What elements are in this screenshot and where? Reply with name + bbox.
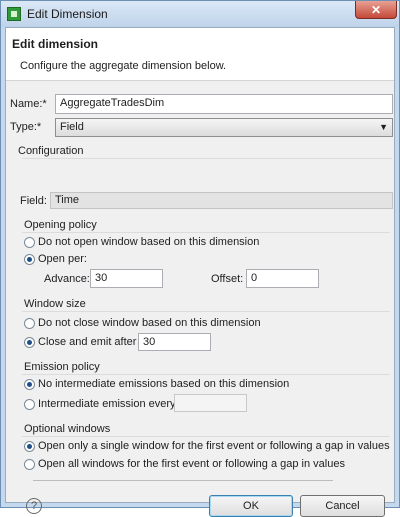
header-title: Edit dimension <box>12 37 99 51</box>
field-input[interactable]: Time <box>50 192 393 209</box>
radio-no-close-window[interactable] <box>24 318 35 329</box>
radio-intermediate-every[interactable] <box>24 399 35 410</box>
window-size-divider <box>22 311 390 312</box>
type-label: Type:* <box>10 121 42 133</box>
window-title: Edit Dimension <box>27 7 108 21</box>
window-size-title: Window size <box>24 298 86 310</box>
advance-label: Advance: <box>44 273 90 285</box>
intermediate-every-label[interactable]: Intermediate emission every <box>38 398 176 410</box>
opening-policy-title: Opening policy <box>24 219 97 231</box>
no-open-window-label[interactable]: Do not open window based on this dimensi… <box>38 236 259 248</box>
app-icon <box>7 7 21 21</box>
type-select[interactable]: Field ▼ <box>55 118 393 137</box>
radio-all-windows[interactable] <box>24 459 35 470</box>
dialog-window: Edit Dimension ✕ Edit dimension Configur… <box>0 0 400 517</box>
radio-open-per[interactable] <box>24 254 35 265</box>
name-input[interactable]: AggregateTradesDim <box>55 94 393 114</box>
opening-policy-divider <box>22 232 390 233</box>
configuration-label: Configuration <box>18 145 84 157</box>
type-select-value: Field <box>60 121 84 133</box>
horizontal-scrollbar[interactable] <box>33 480 333 481</box>
advance-input[interactable]: 30 <box>90 269 163 288</box>
close-button[interactable]: ✕ <box>355 1 397 19</box>
close-and-emit-label[interactable]: Close and emit after <box>38 336 136 348</box>
no-intermediate-label[interactable]: No intermediate emissions based on this … <box>38 378 289 390</box>
optional-windows-title: Optional windows <box>24 423 111 435</box>
single-window-label[interactable]: Open only a single window for the first … <box>38 440 390 452</box>
close-and-emit-input[interactable]: 30 <box>138 333 211 351</box>
help-icon[interactable]: ? <box>26 498 42 514</box>
name-label: Name:* <box>10 98 47 110</box>
chevron-down-icon: ▼ <box>379 122 388 132</box>
ok-button[interactable]: OK <box>209 495 293 517</box>
radio-no-intermediate[interactable] <box>24 379 35 390</box>
radio-close-and-emit[interactable] <box>24 337 35 348</box>
offset-label: Offset: <box>211 273 244 285</box>
emission-policy-title: Emission policy <box>24 361 100 373</box>
emission-policy-divider <box>22 374 390 375</box>
dialog-content: Edit dimension Configure the aggregate d… <box>5 27 395 517</box>
field-label: Field: <box>20 195 47 207</box>
intermediate-every-input[interactable] <box>174 394 247 412</box>
all-windows-label[interactable]: Open all windows for the first event or … <box>38 458 345 470</box>
radio-single-window[interactable] <box>24 441 35 452</box>
cancel-button[interactable]: Cancel <box>300 495 385 517</box>
offset-input[interactable]: 0 <box>246 269 319 288</box>
optional-windows-divider <box>22 436 390 437</box>
title-bar[interactable]: Edit Dimension ✕ <box>1 1 399 27</box>
configuration-divider <box>22 158 392 159</box>
header-description: Configure the aggregate dimension below. <box>20 60 227 72</box>
open-per-label[interactable]: Open per: <box>38 253 87 265</box>
radio-no-open-window[interactable] <box>24 237 35 248</box>
dialog-header: Edit dimension Configure the aggregate d… <box>6 28 394 81</box>
no-close-window-label[interactable]: Do not close window based on this dimens… <box>38 317 261 329</box>
